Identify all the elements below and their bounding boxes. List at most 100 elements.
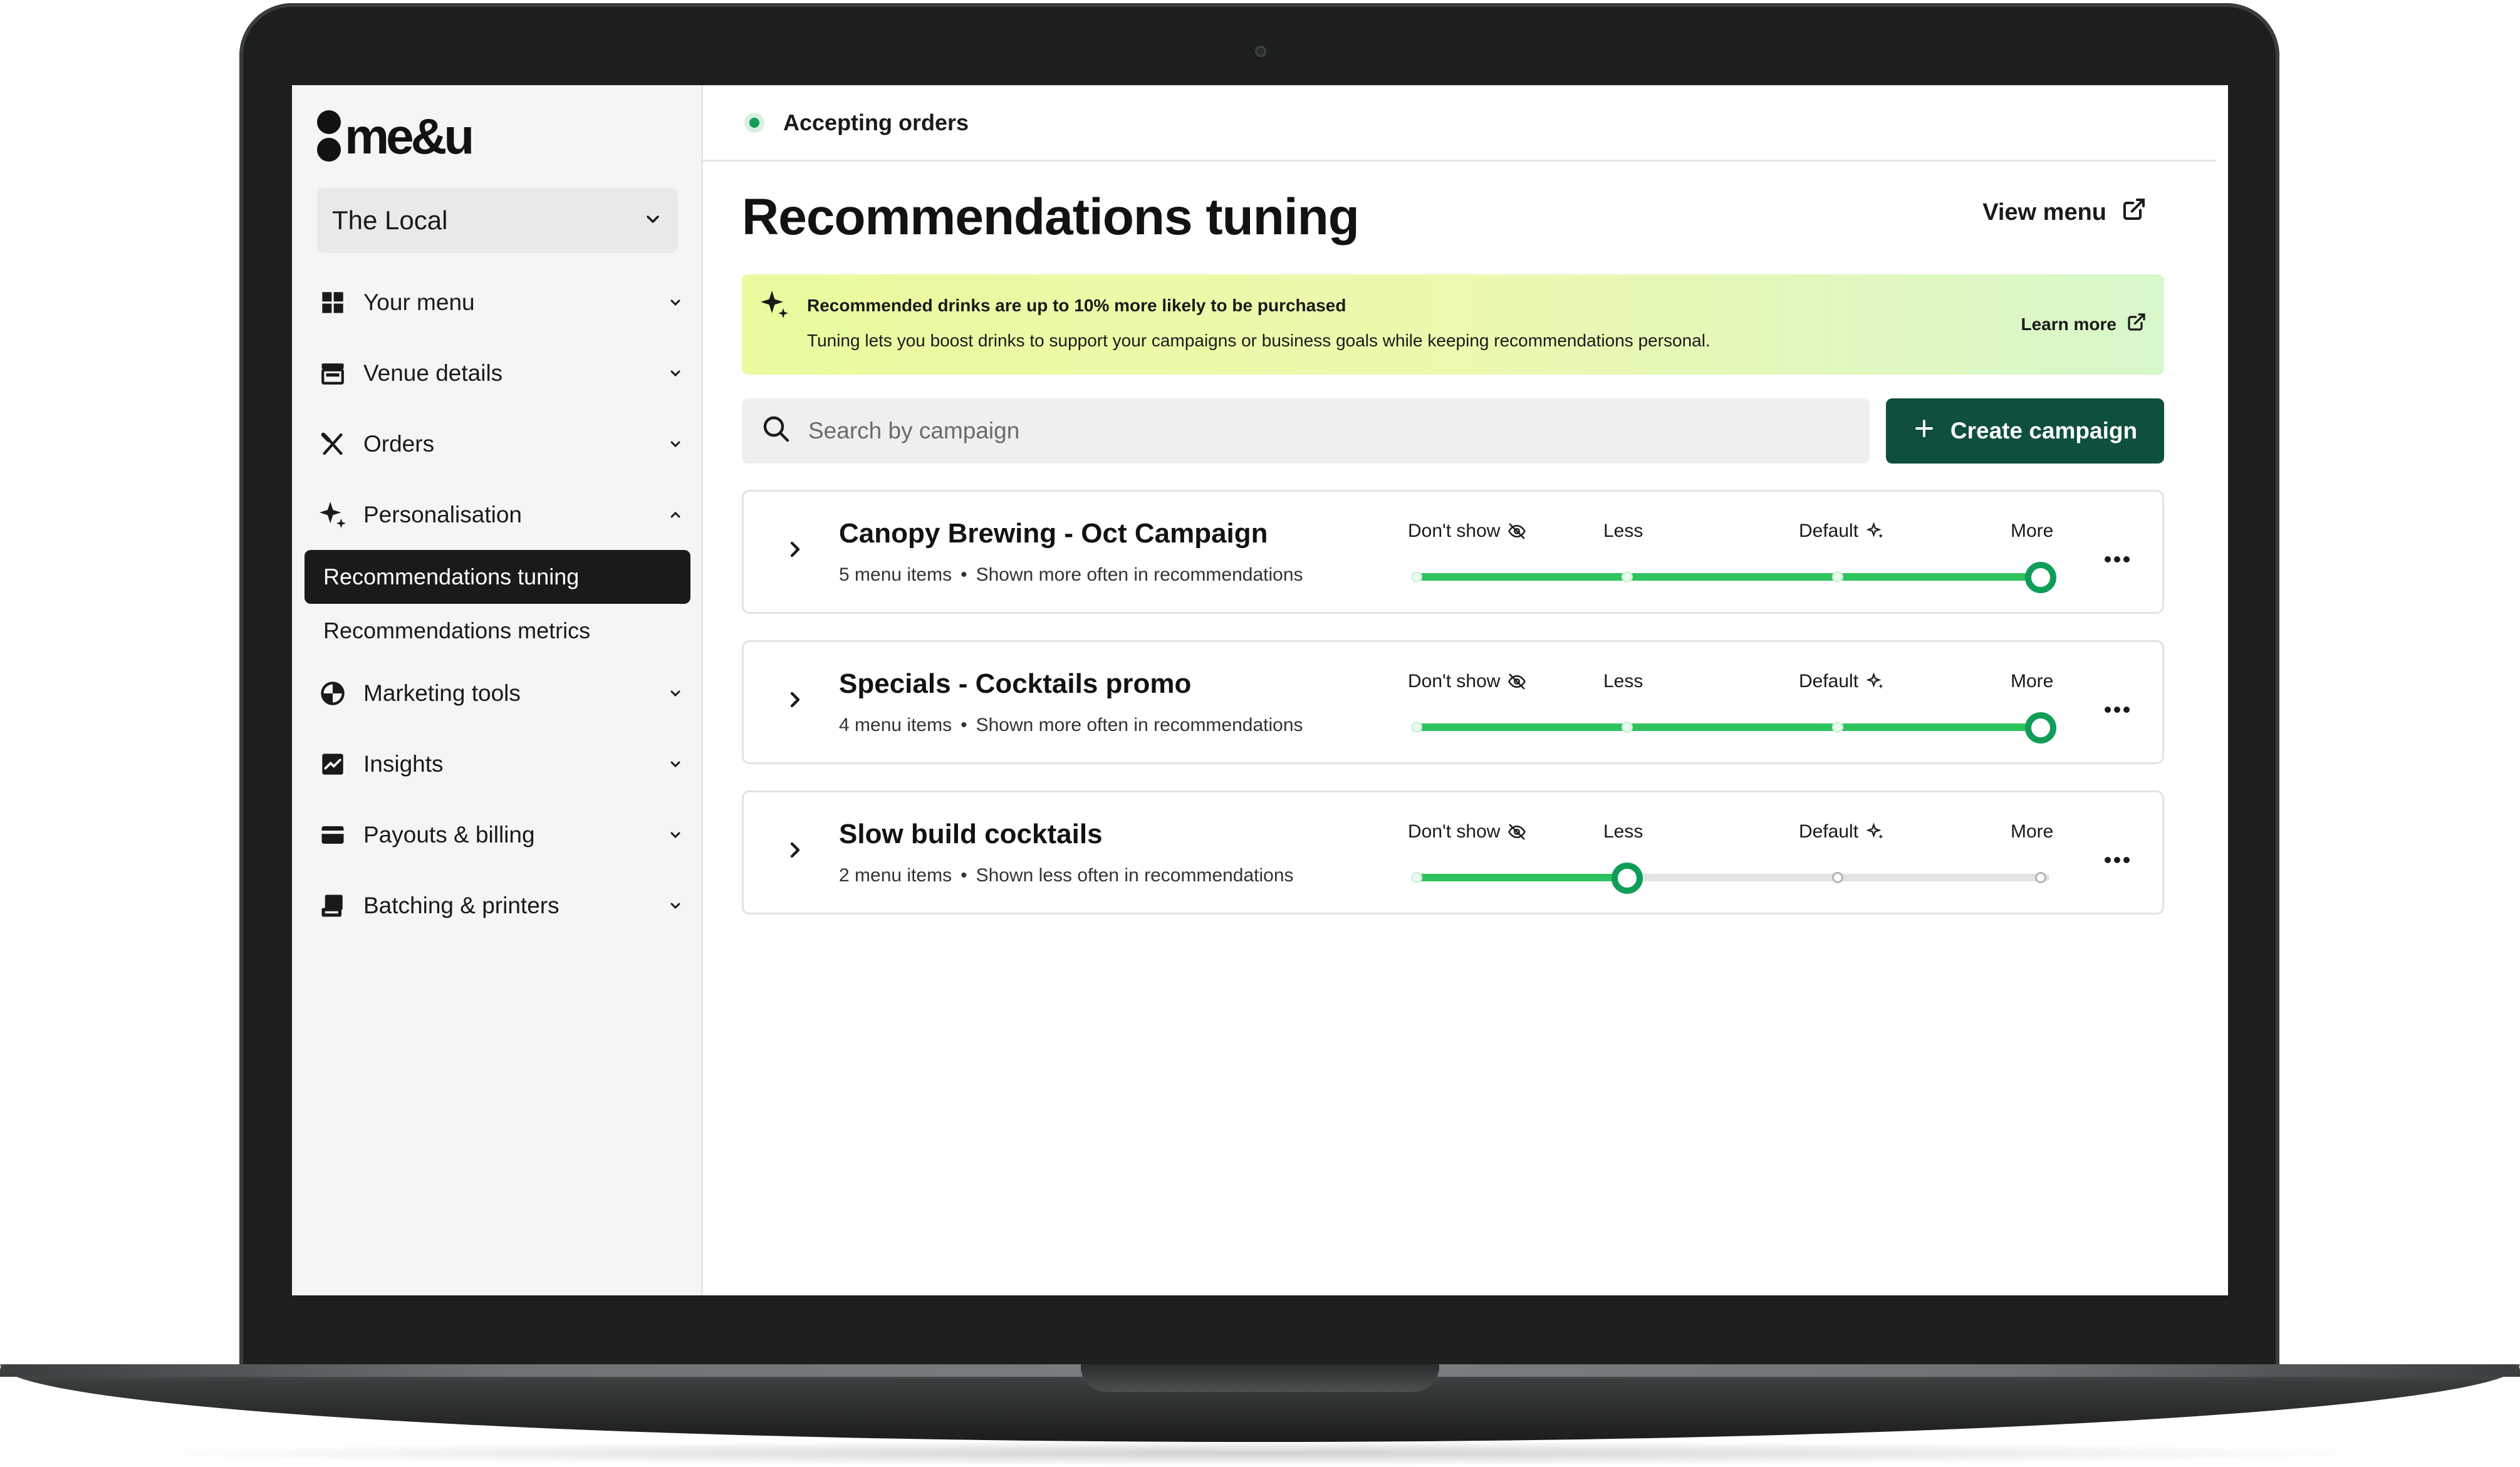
sidebar-subitem-recommendations-tuning[interactable]: Recommendations tuning [305,550,690,604]
bullet-separator: • [961,715,967,735]
chevron-down-icon [663,431,688,457]
chevron-down-icon [663,822,688,848]
slider-stop[interactable] [1832,722,1843,733]
sidebar-item-your-menu[interactable]: Your menu [317,267,688,338]
campaign-item-count: 2 menu items [839,865,952,886]
order-status-bar: Accepting orders [703,85,2215,162]
utensils-icon [317,428,348,460]
more-options-button[interactable] [2103,542,2131,570]
campaign-list: Canopy Brewing - Oct Campaign 5 menu ite… [742,490,2164,941]
logo-text: me&u [345,108,474,164]
slider-fill [1417,573,2041,581]
storefront-icon [317,358,348,389]
bullet-separator: • [961,865,967,886]
chevron-right-icon[interactable] [783,687,808,715]
venue-select[interactable]: The Local [317,188,678,253]
sidebar-item-label: Batching & printers [363,892,560,918]
printer-icon [317,890,348,921]
sidebar-item-label: Venue details [363,360,503,386]
campaign-name: Slow build cocktails [839,819,1103,849]
search-bar [742,398,1870,464]
sidebar-item-label: Your menu [363,289,475,315]
level-label-less: Less [1603,521,1643,541]
sidebar-item-venue-details[interactable]: Venue details [317,338,688,408]
sparkle-icon [759,289,789,323]
sparkle-outline-icon [1866,522,1883,539]
chevron-right-icon[interactable] [783,537,808,565]
chevron-down-icon [663,289,688,316]
create-campaign-button[interactable]: Create campaign [1886,398,2164,464]
status-label: Accepting orders [783,109,969,135]
external-link-icon [2122,197,2147,228]
card-icon [317,819,348,851]
sidebar-item-label: Marketing tools [363,680,521,706]
learn-more-label: Learn more [2021,314,2117,334]
level-label-dont-show: Don't show [1408,821,1526,842]
sidebar-item-batching-printers[interactable]: Batching & printers [317,870,688,941]
campaign-item-count: 4 menu items [839,715,952,735]
tuning-slider[interactable]: Don't show Less Default More [1408,792,2059,916]
sidebar-item-personalisation[interactable]: Personalisation [317,479,688,550]
campaign-meta: 2 menu items • Shown less often in recomme… [839,865,1294,886]
chevron-up-icon [663,502,688,528]
create-campaign-label: Create campaign [1950,418,2138,443]
sidebar-item-orders[interactable]: Orders [317,408,688,479]
chevron-down-icon [663,751,688,777]
laptop-shadow [100,1441,2418,1466]
view-menu-link[interactable]: View menu [1982,197,2147,228]
slider-stop[interactable] [1411,571,1422,583]
ellipsis-icon [2105,556,2130,562]
campaign-card: Specials - Cocktails promo 4 menu items •… [742,640,2164,764]
campaign-card: Slow build cocktails 2 menu items • Shown … [742,791,2164,915]
slider-handle[interactable] [2025,712,2056,744]
chevron-down-icon [663,893,688,919]
sidebar-item-label: Insights [363,750,444,777]
sidebar-item-payouts-billing[interactable]: Payouts & billing [317,799,688,870]
status-indicator [744,112,764,133]
search-input[interactable] [808,418,1811,444]
slider-stop[interactable] [1411,872,1422,883]
tuning-slider[interactable]: Don't show Less Default More [1408,642,2059,766]
main-content: Accepting orders Recommendations tuning … [703,85,2228,1295]
chevron-down-icon [643,205,663,236]
banner-title: Recommended drinks are up to 10% more li… [807,296,1346,315]
tuning-slider[interactable]: Don't show Less Default More [1408,492,2059,616]
sidebar-nav: Your menu Venue details Orders Personali… [305,267,690,941]
sidebar-item-insights[interactable]: Insights [317,728,688,799]
level-label-dont-show: Don't show [1408,671,1526,692]
level-label-default: Default [1799,671,1885,692]
learn-more-link[interactable]: Learn more [2021,312,2147,336]
slider-stop[interactable] [1411,722,1422,733]
level-label-less: Less [1603,821,1643,842]
campaign-card: Canopy Brewing - Oct Campaign 5 menu ite… [742,490,2164,614]
campaign-meta: 4 menu items • Shown more often in recomme… [839,715,1303,736]
info-banner: Recommended drinks are up to 10% more li… [742,274,2164,375]
slider-stop[interactable] [2035,872,2046,883]
slider-handle[interactable] [1611,863,1643,894]
screen: me&u The Local Your menu Venue details O… [292,85,2228,1295]
chevron-right-icon[interactable] [783,837,808,866]
more-options-button[interactable] [2103,842,2131,871]
pie-chart-icon [317,678,348,709]
search-icon [761,413,791,449]
slider-stop[interactable] [1832,872,1843,883]
laptop-notch [1081,1364,1439,1392]
level-label-default: Default [1799,821,1885,842]
level-label-less: Less [1603,671,1643,692]
more-options-button[interactable] [2103,692,2131,720]
logo[interactable]: me&u [317,108,474,165]
chevron-down-icon [663,360,688,386]
chevron-down-icon [663,680,688,707]
sparkle-outline-icon [1866,672,1883,689]
sidebar-item-marketing-tools[interactable]: Marketing tools [317,658,688,728]
slider-stop[interactable] [1622,571,1633,583]
slider-stop[interactable] [1832,571,1843,583]
sidebar-subitem-recommendations-metrics[interactable]: Recommendations metrics [305,604,690,658]
slider-handle[interactable] [2025,562,2056,593]
level-label-more: More [2011,521,2054,541]
slider-stop[interactable] [1622,722,1633,733]
level-label-more: More [2011,821,2054,842]
slider-fill [1417,723,2041,731]
venue-select-value: The Local [332,205,448,235]
trend-icon [317,749,348,780]
